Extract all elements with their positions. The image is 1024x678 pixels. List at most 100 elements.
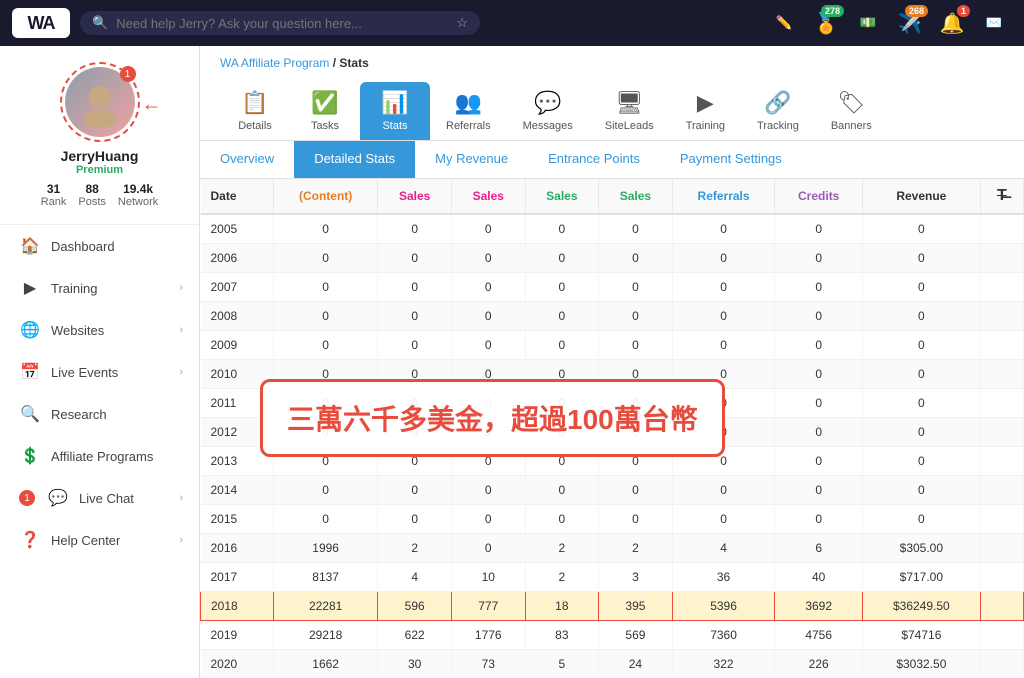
sub-tab-bar: Overview Detailed Stats My Revenue Entra… bbox=[200, 141, 1024, 179]
sidebar-item-dashboard[interactable]: 🏠 Dashboard bbox=[0, 225, 199, 267]
sub-tab-payment-settings[interactable]: Payment Settings bbox=[660, 141, 802, 178]
tasks-tab-icon: ✅ bbox=[311, 90, 338, 116]
user-card: 1 ← JerryHuang Premium 31 Rank 88 Posts … bbox=[0, 46, 199, 225]
tab-banners-label: Banners bbox=[831, 120, 872, 132]
table-row: 201500000000 bbox=[201, 505, 1024, 534]
breadcrumb-current: Stats bbox=[339, 56, 368, 70]
sidebar-item-training[interactable]: ▶ Training › bbox=[0, 267, 199, 309]
travel-badge-count: 268 bbox=[905, 5, 928, 17]
overlay-annotation: 三萬六千多美金，超過100萬台幣 bbox=[260, 379, 725, 457]
table-row: 20178137410233640$717.00 bbox=[201, 563, 1024, 592]
tab-details[interactable]: 📋 Details bbox=[220, 82, 290, 140]
tab-training[interactable]: ▶ Training bbox=[670, 82, 741, 140]
tab-siteleads[interactable]: 🖥 SiteLeads bbox=[589, 82, 670, 140]
tab-stats-label: Stats bbox=[382, 120, 407, 132]
chevron-right-icon: › bbox=[179, 324, 183, 336]
tab-referrals[interactable]: 👥 Referrals bbox=[430, 82, 507, 140]
col-header-sales1: Sales bbox=[378, 179, 452, 214]
table-row: 200700000000 bbox=[201, 273, 1024, 302]
notification-badge-count: 1 bbox=[957, 5, 970, 17]
research-icon: 🔍 bbox=[19, 403, 41, 425]
t-format-icon[interactable]: T̶ bbox=[997, 187, 1007, 204]
table-row: 202016623073524322226$3032.50 bbox=[201, 650, 1024, 678]
tab-stats[interactable]: 📊 Stats bbox=[360, 82, 430, 140]
edit-icon-button[interactable]: ✏️ bbox=[766, 5, 802, 41]
tab-tasks[interactable]: ✅ Tasks bbox=[290, 82, 360, 140]
messages-tab-icon: 💬 bbox=[534, 90, 561, 116]
col-header-t[interactable]: T̶ bbox=[980, 179, 1023, 214]
tab-details-label: Details bbox=[238, 120, 272, 132]
sidebar: 1 ← JerryHuang Premium 31 Rank 88 Posts … bbox=[0, 46, 200, 678]
tracking-tab-icon: 🔗 bbox=[764, 90, 791, 116]
details-tab-icon: 📋 bbox=[241, 90, 268, 116]
tab-training-label: Training bbox=[686, 120, 725, 132]
sub-tab-entrance-points[interactable]: Entrance Points bbox=[528, 141, 660, 178]
home-icon: 🏠 bbox=[19, 235, 41, 257]
mail-button[interactable]: ✉️ bbox=[976, 5, 1012, 41]
breadcrumb: WA Affiliate Program / Stats bbox=[200, 46, 1024, 74]
live-chat-icon: 💬 bbox=[47, 487, 69, 509]
referrals-tab-icon: 👥 bbox=[455, 90, 482, 116]
tab-banners[interactable]: 🏷 Banners bbox=[815, 82, 888, 140]
siteleads-tab-icon: 🖥 bbox=[615, 90, 643, 116]
chevron-right-icon: › bbox=[179, 492, 183, 504]
tab-messages[interactable]: 💬 Messages bbox=[507, 82, 589, 140]
training-icon: ▶ bbox=[19, 277, 41, 299]
training-tab-icon: ▶ bbox=[697, 90, 714, 116]
col-header-sales2: Sales bbox=[451, 179, 525, 214]
dollar-button[interactable]: 💵 bbox=[850, 5, 886, 41]
sub-tab-detailed-stats[interactable]: Detailed Stats bbox=[294, 141, 415, 178]
tab-tracking[interactable]: 🔗 Tracking bbox=[741, 82, 815, 140]
col-header-referrals: Referrals bbox=[672, 179, 775, 214]
sidebar-item-live-events[interactable]: 📅 Live Events › bbox=[0, 351, 199, 393]
sub-tab-overview[interactable]: Overview bbox=[200, 141, 294, 178]
search-icon: 🔍 bbox=[92, 15, 108, 31]
user-notification-badge: 1 bbox=[120, 66, 136, 82]
sidebar-nav: 🏠 Dashboard ▶ Training › 🌐 Websites › 📅 … bbox=[0, 225, 199, 678]
col-header-date: Date bbox=[201, 179, 274, 214]
sidebar-label-dashboard: Dashboard bbox=[51, 239, 115, 254]
search-bar[interactable]: 🔍 ☆ bbox=[80, 11, 480, 35]
live-events-icon: 📅 bbox=[19, 361, 41, 383]
user-rank: 31 Rank bbox=[41, 182, 67, 208]
chevron-right-icon: › bbox=[179, 366, 183, 378]
live-chat-badge: 1 bbox=[19, 490, 35, 506]
icon-tab-bar: 📋 Details ✅ Tasks 📊 Stats 👥 Referrals 💬 … bbox=[200, 74, 1024, 141]
table-row: 20192921862217768356973604756$74716 bbox=[201, 621, 1024, 650]
col-header-sales3: Sales bbox=[525, 179, 599, 214]
search-input[interactable] bbox=[116, 16, 448, 31]
notification-button[interactable]: 🔔 1 bbox=[934, 5, 970, 41]
user-tier: Premium bbox=[76, 164, 123, 176]
affiliate-icon: 💲 bbox=[19, 445, 41, 467]
table-row: 200500000000 bbox=[201, 214, 1024, 244]
sidebar-label-training: Training bbox=[51, 281, 97, 296]
chevron-right-icon: › bbox=[179, 282, 183, 294]
tab-tasks-label: Tasks bbox=[311, 120, 339, 132]
sidebar-item-help-center[interactable]: ❓ Help Center › bbox=[0, 519, 199, 561]
tab-tracking-label: Tracking bbox=[757, 120, 799, 132]
breadcrumb-parent[interactable]: WA Affiliate Program bbox=[220, 56, 329, 70]
sidebar-label-research: Research bbox=[51, 407, 107, 422]
wa-badge-button[interactable]: 🏅 278 bbox=[808, 5, 844, 41]
tab-referrals-label: Referrals bbox=[446, 120, 491, 132]
wa-badge-count: 278 bbox=[821, 5, 844, 17]
table-row: 200600000000 bbox=[201, 244, 1024, 273]
top-navbar: WA 🔍 ☆ ✏️ 🏅 278 💵 ✈️ 268 🔔 1 ✉️ bbox=[0, 0, 1024, 46]
user-posts: 88 Posts bbox=[78, 182, 106, 208]
chevron-right-icon: › bbox=[179, 534, 183, 546]
sidebar-item-affiliate-programs[interactable]: 💲 Affiliate Programs bbox=[0, 435, 199, 477]
sidebar-item-live-chat[interactable]: 1 💬 Live Chat › bbox=[0, 477, 199, 519]
arrow-icon: ← bbox=[142, 94, 162, 117]
help-icon: ❓ bbox=[19, 529, 41, 551]
site-logo: WA bbox=[12, 8, 70, 38]
table-row: 200800000000 bbox=[201, 302, 1024, 331]
sidebar-label-websites: Websites bbox=[51, 323, 104, 338]
sub-tab-my-revenue[interactable]: My Revenue bbox=[415, 141, 528, 178]
content-area: WA Affiliate Program / Stats 📋 Details ✅… bbox=[200, 46, 1024, 678]
sidebar-item-websites[interactable]: 🌐 Websites › bbox=[0, 309, 199, 351]
tab-messages-label: Messages bbox=[523, 120, 573, 132]
sidebar-label-affiliate-programs: Affiliate Programs bbox=[51, 449, 153, 464]
travel-button[interactable]: ✈️ 268 bbox=[892, 5, 928, 41]
sidebar-item-research[interactable]: 🔍 Research bbox=[0, 393, 199, 435]
table-row: 200900000000 bbox=[201, 331, 1024, 360]
